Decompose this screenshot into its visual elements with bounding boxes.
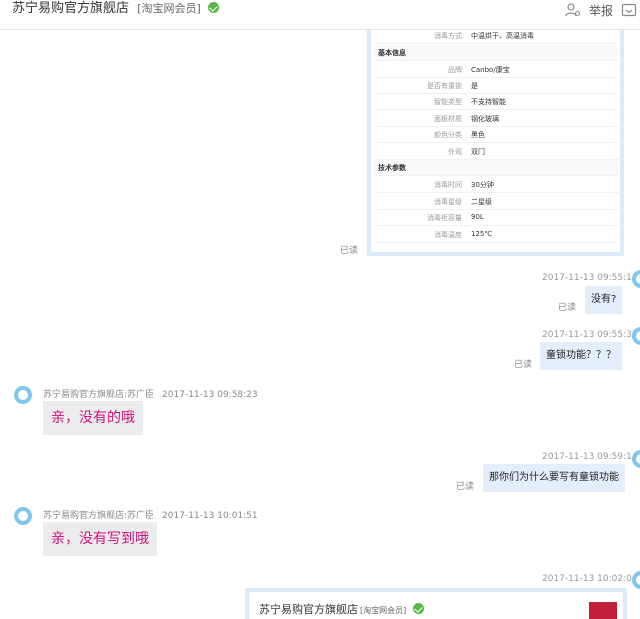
shop-card-tag: [淘宝网会员] <box>360 606 407 615</box>
spec-key: 面板材质 <box>434 115 462 123</box>
member-tag: [淘宝网会员] <box>137 2 201 15</box>
spec-value: 钢化玻璃 <box>471 115 499 123</box>
chat-header: 苏宁易购官方旗舰店 [淘宝网会员] 举报 <box>0 0 640 30</box>
spec-row: 外观 双门 <box>374 144 619 160</box>
shop-card[interactable]: 苏宁易购官方旗舰店 [淘宝网会员] <box>245 588 627 619</box>
spec-value: 30分钟 <box>471 181 494 189</box>
spec-value: 不支持智能 <box>471 98 506 106</box>
avatar-icon[interactable] <box>632 327 640 345</box>
spec-value: 双门 <box>471 148 485 156</box>
avatar-icon[interactable] <box>14 507 32 525</box>
avatar-icon[interactable] <box>632 270 640 288</box>
spec-value: 黑色 <box>471 131 485 139</box>
spec-key: 消毒方式 <box>434 32 462 40</box>
spec-row: 消毒温度 125℃ <box>374 227 619 243</box>
spec-key: 是否有童锁 <box>427 82 462 90</box>
user-settings-icon[interactable] <box>565 2 581 18</box>
sender-line: 苏宁易购官方旗舰店:苏广臣 2017-11-13 09:58:23 <box>43 387 258 400</box>
message-bubble[interactable]: 童锁功能？？？ <box>540 342 622 370</box>
message-bubble[interactable]: 亲，没有的哦 <box>43 401 143 435</box>
spec-key: 消毒星级 <box>434 198 462 206</box>
spec-key: 外观 <box>448 148 462 156</box>
message-timestamp: 2017-11-13 09:58:23 <box>162 390 258 400</box>
report-icon[interactable] <box>621 2 637 18</box>
avatar-icon[interactable] <box>632 571 640 589</box>
product-spec-card[interactable]: 消毒方式 中温烘干、高温消毒 基本信息 品牌 Canbo/康宝 是否有童锁 是 … <box>367 30 624 256</box>
read-status: 已读 <box>514 360 533 370</box>
message-timestamp: 2017-11-13 10:02:06 <box>542 574 638 584</box>
spec-key: 消毒柜容量 <box>427 214 462 222</box>
spec-value: 90L <box>471 213 484 221</box>
spec-key: 消毒时间 <box>434 181 462 189</box>
message-timestamp: 2017-11-13 09:55:35 <box>542 330 638 340</box>
spec-value: Canbo/康宝 <box>471 66 510 74</box>
product-thumbnail[interactable] <box>589 602 617 619</box>
read-status: 已读 <box>340 246 359 256</box>
spec-value: 二星级 <box>471 198 492 206</box>
shop-card-title: 苏宁易购官方旗舰店 [淘宝网会员] <box>259 601 424 617</box>
spec-row: 消毒方式 中温烘干、高温消毒 <box>374 28 619 44</box>
spec-row: 品牌 Canbo/康宝 <box>374 62 619 78</box>
avatar-icon[interactable] <box>14 386 32 404</box>
sender-name: 苏宁易购官方旗舰店:苏广臣 <box>43 390 155 400</box>
header-shop-name[interactable]: 苏宁易购官方旗舰店 <box>12 1 129 16</box>
read-status: 已读 <box>558 303 577 313</box>
spec-value: 中温烘干、高温消毒 <box>471 32 534 40</box>
shop-card-name: 苏宁易购官方旗舰店 <box>259 603 358 616</box>
spec-row: 消毒柜容量 90L <box>374 210 619 226</box>
spec-key: 品牌 <box>448 66 462 74</box>
spec-key: 颜色分类 <box>434 131 462 139</box>
spec-key: 智能类型 <box>434 98 462 106</box>
basic-info-heading: 基本信息 <box>374 45 619 61</box>
chat-title: 苏宁易购官方旗舰店 [淘宝网会员] <box>12 0 219 16</box>
sender-line: 苏宁易购官方旗舰店:苏广臣 2017-11-13 10:01:51 <box>43 508 258 521</box>
spec-value: 125℃ <box>471 230 493 238</box>
report-link[interactable]: 举报 <box>589 2 613 19</box>
message-bubble[interactable]: 没有? <box>585 286 623 314</box>
message-bubble[interactable]: 那你们为什么要写有童锁功能 <box>483 464 625 492</box>
message-timestamp: 2017-11-13 09:59:14 <box>542 452 638 462</box>
spec-row: 面板材质 钢化玻璃 <box>374 111 619 127</box>
message-timestamp: 2017-11-13 10:01:51 <box>162 511 258 521</box>
spec-key: 消毒温度 <box>434 231 462 239</box>
sender-name: 苏宁易购官方旗舰店:苏广臣 <box>43 511 155 521</box>
spec-row: 智能类型 不支持智能 <box>374 94 619 110</box>
verified-badge-icon <box>412 603 424 614</box>
message-timestamp: 2017-11-13 09:55:11 <box>542 273 638 283</box>
tech-params-heading: 技术参数 <box>374 160 619 176</box>
avatar-icon[interactable] <box>632 450 640 468</box>
spec-row: 是否有童锁 是 <box>374 78 619 94</box>
spec-row: 消毒星级 二星级 <box>374 194 619 210</box>
verified-badge-icon <box>207 2 219 13</box>
spec-row: 颜色分类 黑色 <box>374 127 619 143</box>
spec-row: 消毒时间 30分钟 <box>374 177 619 193</box>
spec-value: 是 <box>471 82 478 90</box>
read-status: 已读 <box>456 482 475 492</box>
message-bubble[interactable]: 亲，没有写到哦 <box>43 522 157 556</box>
